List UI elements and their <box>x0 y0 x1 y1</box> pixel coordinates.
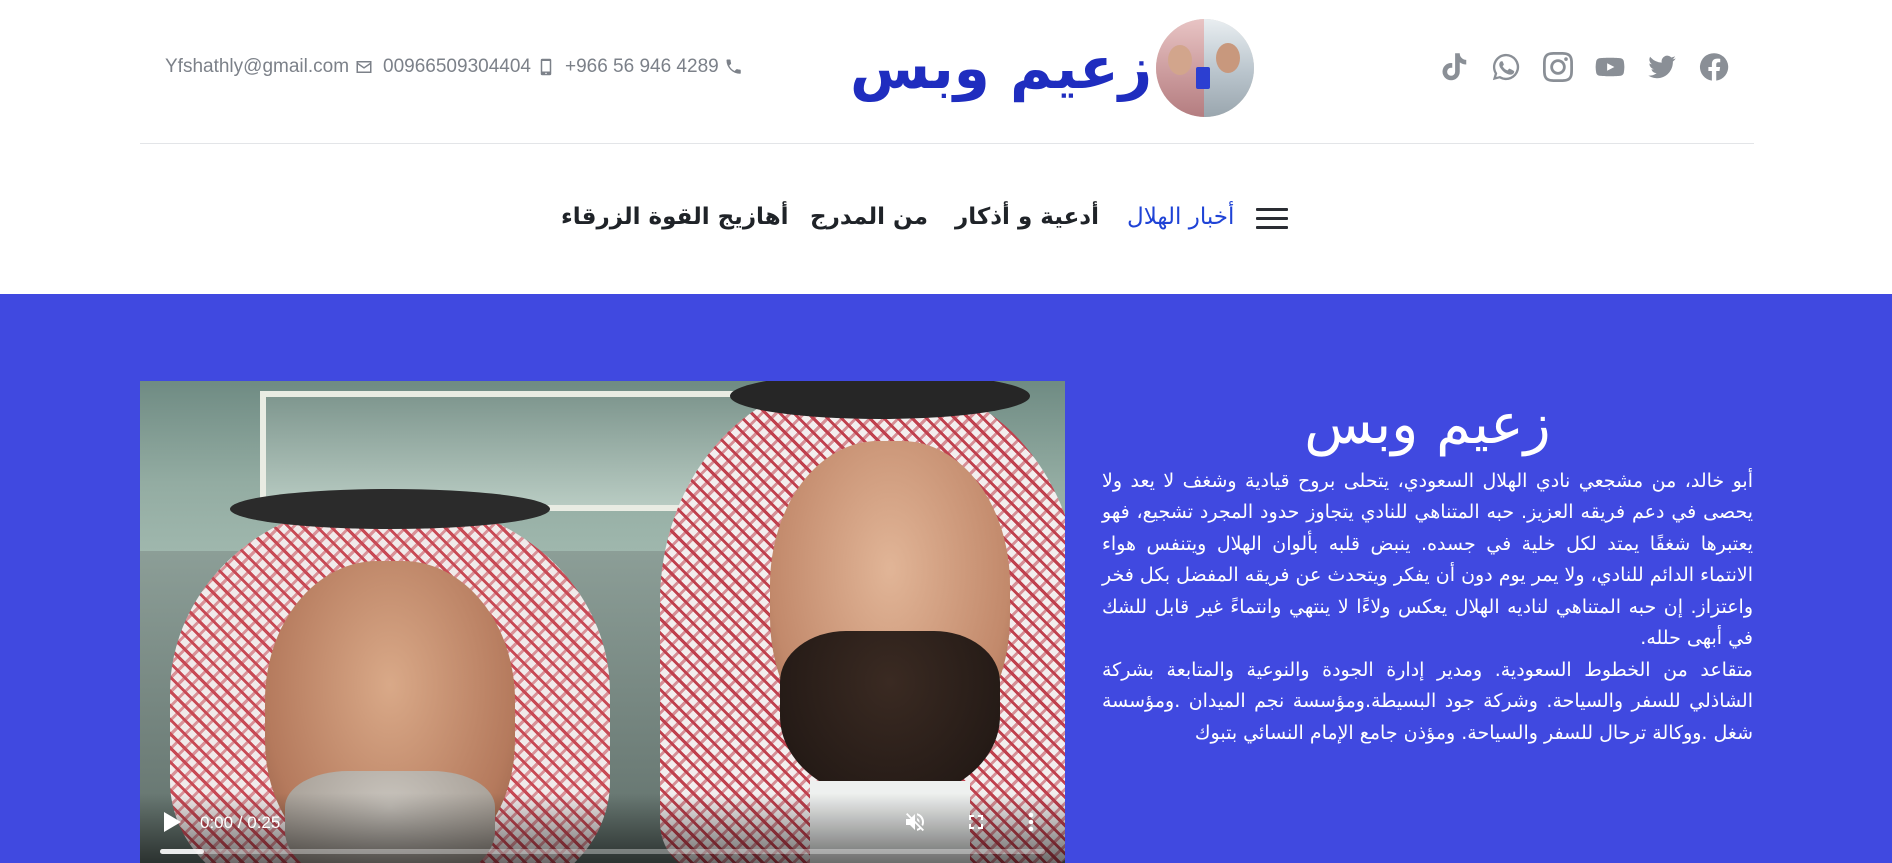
nav-item-from-stands[interactable]: من المدرج <box>810 204 928 230</box>
video-frame-person-right <box>660 381 1065 863</box>
about-title: زعيم وبس <box>1304 392 1551 457</box>
video-player[interactable]: 0:00 / 0:25 <box>140 381 1065 863</box>
video-controls: 0:00 / 0:25 <box>140 793 1065 863</box>
about-paragraph: متقاعد من الخطوط السعودية. ومدير إدارة ا… <box>1102 658 1753 744</box>
main-nav: أخبار الهلال أدعية و أذكار من المدرج أها… <box>0 144 1892 294</box>
play-icon[interactable] <box>162 811 182 833</box>
mobile-phone-icon <box>540 58 552 76</box>
facebook-icon[interactable] <box>1699 52 1729 82</box>
social-links <box>1439 52 1729 82</box>
muted-volume-icon[interactable] <box>903 810 927 834</box>
email-text: Yfshathly@gmail.com <box>165 56 350 77</box>
hamburger-menu-icon[interactable] <box>1256 208 1288 232</box>
site-brand[interactable]: زعيم وبس <box>850 18 1255 118</box>
phone-icon <box>726 59 741 74</box>
mobile-contact[interactable]: 00966509304404 <box>383 56 555 78</box>
tiktok-icon[interactable] <box>1439 52 1469 82</box>
email-contact[interactable]: Yfshathly@gmail.com <box>165 56 373 78</box>
top-bar: زعيم وبس Yfshathly@gmail.com 00966509304… <box>0 0 1892 144</box>
nav-item-chants[interactable]: أهازيج القوة الزرقاء <box>561 204 789 230</box>
phone-contact[interactable]: +966 56 946 4289 <box>565 56 743 78</box>
nav-item-hilal-news[interactable]: أخبار الهلال <box>1127 204 1234 230</box>
about-section: زعيم وبس أبو خالد، من مشجعي نادي الهلال … <box>1102 394 1753 749</box>
youtube-icon[interactable] <box>1595 52 1625 82</box>
brand-title: زعيم وبس <box>850 34 1153 102</box>
video-time: 0:00 / 0:25 <box>200 813 281 832</box>
envelope-icon <box>356 61 372 73</box>
mobile-text: 00966509304404 <box>383 56 531 77</box>
brand-avatar <box>1156 19 1255 117</box>
twitter-icon[interactable] <box>1647 52 1677 82</box>
instagram-icon[interactable] <box>1543 52 1573 82</box>
about-paragraph: أبو خالد، من مشجعي نادي الهلال السعودي، … <box>1102 469 1753 650</box>
fullscreen-icon[interactable] <box>964 810 988 834</box>
hero-section: 0:00 / 0:25 زعيم وبس أبو خالد، من مشجعي … <box>0 294 1892 863</box>
video-progress-fill <box>160 849 205 854</box>
nav-item-prayers[interactable]: أدعية و أذكار <box>955 204 1099 230</box>
contact-info: Yfshathly@gmail.com 00966509304404 +966 … <box>165 56 743 78</box>
video-progress-bar[interactable] <box>160 849 1045 854</box>
more-options-icon[interactable] <box>1025 810 1037 834</box>
whatsapp-icon[interactable] <box>1491 52 1521 82</box>
phone-text: +966 56 946 4289 <box>564 56 719 77</box>
